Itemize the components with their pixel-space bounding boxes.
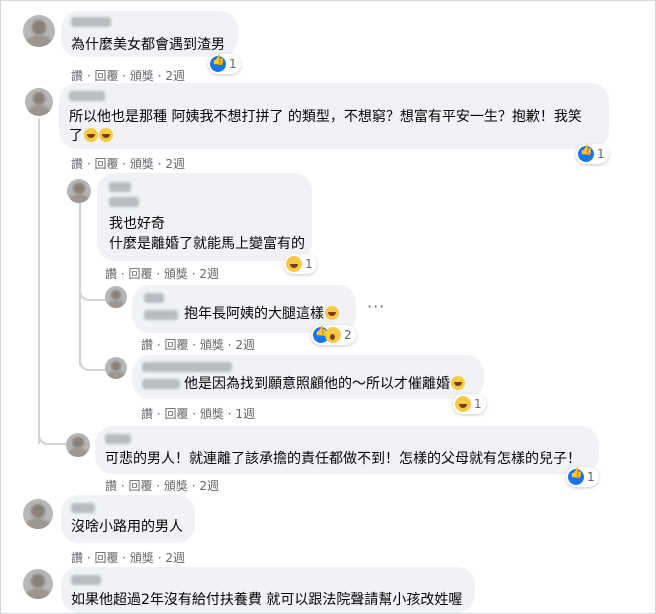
commenter-name[interactable] (71, 575, 101, 585)
haha-reaction-icon (455, 396, 471, 412)
avatar[interactable] (23, 569, 53, 599)
commenter-name[interactable] (109, 197, 139, 207)
commenter-name[interactable] (142, 379, 180, 389)
comment-text: 沒啥小路用的男人 (71, 519, 183, 535)
reaction-summary[interactable]: 2 (311, 325, 356, 345)
comment-bubble: 他是因為找到願意照顧他的～所以才催離婚 (132, 355, 484, 399)
avatar[interactable] (23, 15, 55, 47)
commenter-name[interactable] (144, 310, 178, 320)
sad-emoji-icon (325, 306, 339, 320)
comment-bubble: 我也好奇 什麼是離婚了就能馬上變富有的 (97, 173, 312, 261)
comment-bubble: 如果他超過2年沒有給付扶養費 就可以跟法院聲請幫小孩改姓喔 (61, 567, 475, 613)
comment-text: 為什麼美女都會遇到渣男 (71, 37, 225, 53)
comment-actions[interactable]: 讚 · 回覆 · 頒獎 · 2週 (105, 477, 219, 494)
laughing-emoji-icon (451, 376, 465, 390)
reaction-summary[interactable]: 1 (453, 394, 486, 414)
comment-actions[interactable]: 讚 · 回覆 · 頒獎 · 2週 (71, 67, 185, 84)
commenter-name[interactable] (142, 362, 232, 372)
comment-bubble: 所以他也是那種 阿姨我不想打拼了 的類型，不想窮？想富有平安一生？抱歉！我笑 了 (59, 83, 609, 149)
commenter-name[interactable] (109, 182, 131, 192)
commenter-name[interactable] (69, 91, 105, 101)
reaction-count: 1 (229, 57, 237, 71)
reaction-summary[interactable]: 1 (576, 144, 609, 164)
avatar[interactable] (25, 88, 53, 116)
commenter-name[interactable] (105, 434, 131, 444)
haha-reaction-icon (286, 256, 302, 272)
like-icon (578, 145, 594, 162)
commenter-name[interactable] (71, 17, 111, 27)
comment-actions[interactable]: 讚 · 回覆 · 頒獎 · 2週 (71, 549, 185, 566)
avatar[interactable] (67, 179, 91, 203)
avatar[interactable] (105, 357, 127, 379)
comment-text: 我也好奇 (109, 216, 165, 232)
wow-reaction-icon (325, 327, 341, 343)
reaction-summary[interactable]: 1 (208, 54, 241, 74)
comment-text: 他是因為找到願意照顧他的～所以才催離婚 (184, 375, 465, 394)
comment-bubble: 可悲的男人！就連離了該承擔的責任都做不到！怎樣的父母就有怎樣的兒子！ (95, 426, 599, 474)
comment-text: 可悲的男人！就連離了該承擔的責任都做不到！怎樣的父母就有怎樣的兒子！ (105, 451, 581, 467)
thread-line (79, 355, 107, 371)
laughing-emoji-icon (99, 128, 113, 142)
comment-actions[interactable]: 讚 · 回覆 · 頒獎 · 2週 (141, 336, 255, 353)
reaction-summary[interactable]: 1 (284, 254, 317, 274)
comment-actions[interactable]: 讚 · 回覆 · 頒獎 · 1週 (141, 405, 255, 422)
avatar[interactable] (105, 286, 127, 308)
comment-bubble: 為什麼美女都會遇到渣男 (61, 11, 238, 57)
laughing-emoji-icon (84, 128, 98, 142)
comment-section: 為什麼美女都會遇到渣男 1 讚 · 回覆 · 頒獎 · 2週 所以他也是那種 阿… (0, 0, 656, 614)
avatar[interactable] (23, 499, 53, 529)
comment-text: 了 (69, 127, 113, 146)
reaction-count: 1 (587, 470, 595, 484)
comment-text: 如果他超過2年沒有給付扶養費 就可以跟法院聲請幫小孩改姓喔 (71, 592, 463, 608)
comment-actions[interactable]: 讚 · 回覆 · 頒獎 · 2週 (105, 265, 219, 282)
more-options-button[interactable]: ··· (367, 297, 385, 316)
commenter-name[interactable] (71, 503, 95, 513)
reaction-summary[interactable]: 1 (566, 467, 599, 487)
comment-text: 抱年長阿姨的大腿這樣 (184, 305, 339, 324)
comment-bubble: 沒啥小路用的男人 (61, 495, 195, 543)
reaction-count: 1 (597, 147, 605, 161)
reaction-count: 1 (305, 257, 313, 271)
avatar[interactable] (66, 433, 90, 457)
comment-actions[interactable]: 讚 · 回覆 · 頒獎 · 2週 (71, 155, 185, 172)
comment-text: 所以他也是那種 阿姨我不想打拼了 的類型，不想窮？想富有平安一生？抱歉！我笑 (69, 109, 582, 125)
thread-line (79, 285, 107, 301)
comment-text: 什麼是離婚了就能馬上變富有的 (109, 236, 305, 252)
commenter-name[interactable] (144, 293, 164, 303)
like-icon (568, 468, 584, 485)
reaction-count: 2 (344, 328, 352, 342)
reaction-count: 1 (474, 397, 482, 411)
like-icon (210, 55, 226, 72)
